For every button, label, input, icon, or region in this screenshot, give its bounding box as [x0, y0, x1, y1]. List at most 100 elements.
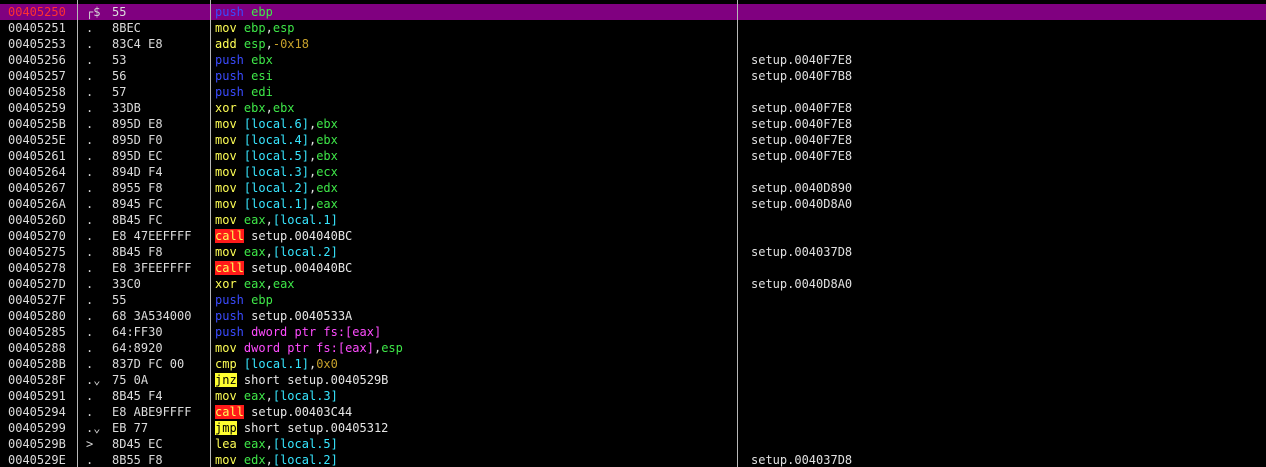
instruction-row[interactable]: 0040529E. 8B55 F8 mov edx,[local.2] setup.0…: [0, 452, 1266, 467]
address-cell: 0040529E: [8, 453, 66, 467]
instruction-row[interactable]: 00405294. E8 ABE9FFFF call setup.00403C44: [0, 404, 1266, 420]
mnemonic-token: push: [215, 293, 244, 307]
instruction-row[interactable]: 0040526A. 8945 FC mov [local.1],eax setup.0…: [0, 196, 1266, 212]
instruction-row[interactable]: 00405256. 53 push ebx setup.0040F7E8: [0, 52, 1266, 68]
instruction-row[interactable]: 00405288. 64:8920 mov dword ptr fs:[eax],e…: [0, 340, 1266, 356]
disassembly-cell: mov eax,[local.2]: [215, 244, 735, 260]
disassembly-cell: cmp [local.1],0x0: [215, 356, 735, 372]
address-cell: 00405250: [8, 5, 66, 19]
operand-token: eax: [243, 437, 266, 451]
instruction-row[interactable]: 0040528F .⌄ 75 0A jnz short setup.0040529B: [0, 372, 1266, 388]
instruction-row[interactable]: 00405261. 895D EC mov [local.5],ebx setup.0…: [0, 148, 1266, 164]
flow-marker: .: [86, 293, 94, 307]
comment-cell: [751, 420, 1261, 436]
instruction-row[interactable]: 0040527D. 33C0 xor eax,eax setup.0040D8A0: [0, 276, 1266, 292]
operand-token: [local.2]: [272, 453, 338, 467]
address-cell: 00405256: [8, 53, 66, 67]
comment-cell: setup.0040F7E8: [751, 101, 853, 115]
operand-token: -0x18: [272, 37, 309, 51]
disassembly-cell: mov [local.5],ebx: [215, 148, 735, 164]
instruction-row[interactable]: 00405258. 57 push edi: [0, 84, 1266, 100]
flow-marker: .: [86, 389, 94, 403]
flow-marker: .: [86, 197, 94, 211]
hex-dump-cell: 894D F4: [112, 165, 163, 179]
comment-cell: [751, 388, 1261, 404]
disassembly-cell: push ebp: [215, 292, 735, 308]
instruction-row[interactable]: 0040525B. 895D E8 mov [local.6],ebx setup.0…: [0, 116, 1266, 132]
instruction-row[interactable]: 00405251. 8BEC mov ebp,esp: [0, 20, 1266, 36]
instruction-row[interactable]: 00405270. E8 47EEFFFF call setup.004040BC: [0, 228, 1266, 244]
address-cell: 00405285: [8, 325, 66, 339]
instruction-row[interactable]: 00405291. 8B45 F4 mov eax,[local.3]: [0, 388, 1266, 404]
comment-cell: [751, 20, 1261, 36]
instruction-row[interactable]: 00405253. 83C4 E8 add esp,-0x18: [0, 36, 1266, 52]
instruction-row[interactable]: 00405280. 68 3A534000 push setup.0040533A: [0, 308, 1266, 324]
address-cell: 00405251: [8, 21, 66, 35]
instruction-row[interactable]: 00405264. 894D F4 mov [local.3],ecx: [0, 164, 1266, 180]
disassembly-cell: mov dword ptr fs:[eax],esp: [215, 340, 735, 356]
address-cell: 00405278: [8, 261, 66, 275]
hex-dump-cell: 33DB: [112, 101, 141, 115]
column-separator-hex[interactable]: [210, 0, 211, 467]
flow-marker: .: [86, 53, 94, 67]
hex-dump-cell: 8BEC: [112, 21, 141, 35]
flow-marker: .: [86, 325, 94, 339]
comment-cell: [751, 4, 1261, 20]
instruction-row[interactable]: 00405259. 33DB xor ebx,ebx setup.0040F7E8: [0, 100, 1266, 116]
mnemonic-token: xor: [215, 277, 237, 291]
operand-token: dword ptr fs:[eax]: [243, 341, 374, 355]
instruction-row[interactable]: 00405257. 56 push esi setup.0040F7B8: [0, 68, 1266, 84]
flow-marker: .: [86, 261, 94, 275]
comment-cell: setup.0040D8A0: [751, 277, 853, 291]
operand-token: eax: [243, 245, 266, 259]
disassembly-pane[interactable]: 00405250 ┌$ 55 push ebp 00405251. 8BEC mov ebp…: [0, 0, 1266, 467]
text-token: ,: [265, 437, 273, 451]
comment-cell: setup.0040D8A0: [751, 197, 853, 211]
mnemonic-token: mov: [215, 197, 237, 211]
flow-marker: .: [86, 405, 94, 419]
text-token: short setup.0040529B: [236, 373, 389, 387]
text-token: short setup.00405312: [236, 421, 389, 435]
mnemonic-token: add: [215, 37, 237, 51]
selected-instruction-row[interactable]: 00405250 ┌$ 55 push ebp: [0, 4, 1266, 20]
address-cell: 0040526A: [8, 197, 66, 211]
text-token: ,: [265, 37, 273, 51]
comment-cell: [751, 260, 1261, 276]
text-token: setup.00403C44: [243, 405, 353, 419]
instruction-row[interactable]: 0040527F. 55 push ebp: [0, 292, 1266, 308]
operand-token: [local.6]: [243, 117, 309, 131]
hex-dump-cell: 53: [112, 53, 127, 67]
text-token: setup.004040BC: [243, 229, 353, 243]
instruction-row[interactable]: 00405278. E8 3FEEFFFF call setup.004040BC: [0, 260, 1266, 276]
hex-dump-cell: 64:8920: [112, 341, 163, 355]
column-separator-disassembly[interactable]: [737, 0, 738, 467]
instruction-row[interactable]: 00405267. 8955 F8 mov [local.2],edx setup.0…: [0, 180, 1266, 196]
disassembly-cell: push ebx: [215, 52, 735, 68]
instruction-row[interactable]: 0040528B. 837D FC 00 cmp [local.1],0x0: [0, 356, 1266, 372]
instruction-row[interactable]: 00405275. 8B45 F8 mov eax,[local.2] setup.0…: [0, 244, 1266, 260]
hex-dump-cell: 8B45 F4: [112, 389, 163, 403]
operand-token: ebx: [251, 53, 273, 67]
comment-cell: [751, 36, 1261, 52]
flow-marker: .: [86, 165, 94, 179]
address-cell: 00405270: [8, 229, 66, 243]
operand-token: 0x0: [316, 357, 338, 371]
address-cell: 00405280: [8, 309, 66, 323]
text-token: ,: [265, 389, 273, 403]
instruction-row[interactable]: 0040529B >8D45 EC lea eax,[local.5]: [0, 436, 1266, 452]
mnemonic-token: push: [215, 69, 244, 83]
instruction-row[interactable]: 0040525E. 895D F0 mov [local.4],ebx setup.0…: [0, 132, 1266, 148]
instruction-row[interactable]: 00405299 .⌄ EB 77 jmp short setup.00405312: [0, 420, 1266, 436]
instruction-row[interactable]: 00405285. 64:FF30 push dword ptr fs:[eax]: [0, 324, 1266, 340]
column-separator-address[interactable]: [77, 0, 78, 467]
address-cell: 00405257: [8, 69, 66, 83]
flow-marker: >: [86, 437, 94, 451]
address-cell: 00405259: [8, 101, 66, 115]
instruction-row[interactable]: 0040526D. 8B45 FC mov eax,[local.1]: [0, 212, 1266, 228]
comment-cell: setup.004037D8: [751, 245, 853, 259]
